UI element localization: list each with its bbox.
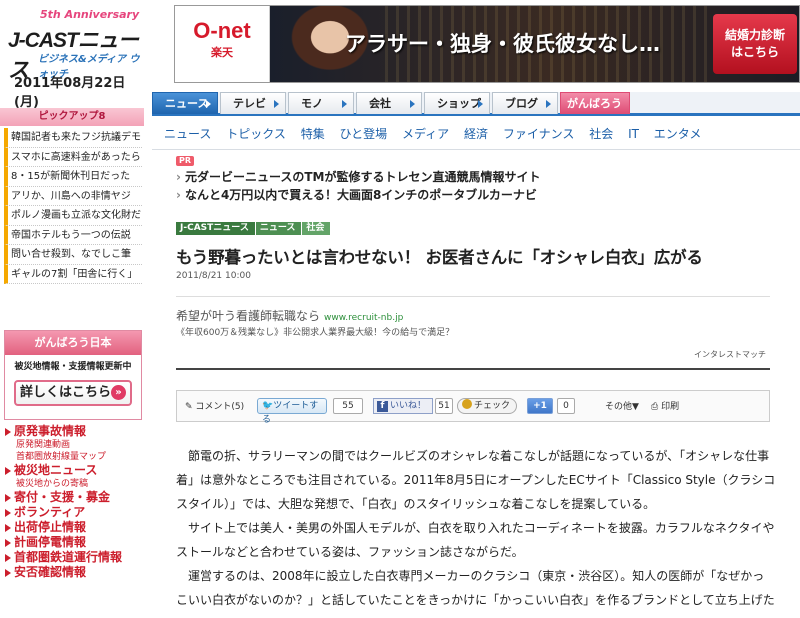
category-link[interactable]: 経済 [464, 127, 488, 141]
article-paragraph: サイト上では美人・美男の外国人モデルが、白衣を取り入れたコーディネートを披露。カ… [176, 521, 775, 559]
site-logo[interactable]: 5th Anniversary J-CASTニュース ビジネス&メディア ウォッ… [6, 4, 140, 82]
side-link-blackout[interactable]: 計画停電情報 [4, 535, 142, 550]
pr-badge: PR [176, 156, 195, 166]
ad-url: www.recruit-nb.jp [324, 313, 404, 323]
article-headline: もう野暮ったいとは言わせない！ お医者さんに「オシャレ白衣」広がる [176, 248, 703, 267]
divider [152, 149, 800, 150]
like-button[interactable]: f いいね！ [373, 398, 433, 414]
side-sublink[interactable]: 原発関連動画 [4, 439, 142, 451]
banner-headline: アラサー・独身・彼氏彼女なし… [345, 32, 660, 56]
main-tabs: ニュース テレビ モノ 会社 ショップ ブログ がんばろう日本 [152, 92, 800, 131]
current-date: 2011年08月22日(月) [14, 76, 126, 110]
tab-mono[interactable]: モノ [288, 92, 354, 114]
tweet-button[interactable]: 🐦ツイートする [257, 398, 327, 425]
gambaro-japan-box: がんばろう日本 被災地情報・支援情報更新中 詳しくはこちら» [4, 330, 142, 420]
twitter-icon: 🐦 [262, 401, 274, 411]
category-link[interactable]: IT [628, 127, 639, 141]
anniversary-badge: 5th Anniversary [40, 8, 140, 21]
pickup-item[interactable]: スマホに高速料金があったら [4, 147, 142, 167]
category-link[interactable]: トピックス [226, 127, 286, 141]
category-link[interactable]: エンタメ [654, 127, 702, 141]
tab-news[interactable]: ニュース [152, 92, 218, 114]
pickup-heading: ピックアップ8 [0, 108, 144, 126]
tab-blog[interactable]: ブログ [492, 92, 558, 114]
side-sublink[interactable]: 首都圏放射線量マップ [4, 451, 142, 463]
comment-icon: ✎ [185, 402, 193, 412]
gambaro-info: 被災地情報・支援情報更新中 [14, 362, 132, 372]
category-link[interactable]: ひと登場 [340, 127, 388, 141]
breadcrumb: J-CASTニュース ニュース 社会 [176, 222, 331, 235]
ad-title[interactable]: 希望が叶う看護師転職なら www.recruit-nb.jp [176, 307, 403, 324]
arrow-right-icon: » [111, 385, 126, 400]
gambaro-heading: がんばろう日本 [5, 331, 141, 355]
category-link[interactable]: ファイナンス [503, 127, 575, 141]
breadcrumb-item[interactable]: ニュース [255, 222, 302, 235]
category-link[interactable]: 社会 [589, 127, 613, 141]
mixi-icon [462, 399, 472, 409]
pickup-item[interactable]: アリか、川島への非情ヤジ [4, 186, 142, 206]
pickup-item[interactable]: ポルノ漫画も立派な文化財だ [4, 206, 142, 226]
text-ad[interactable]: 希望が叶う看護師転職なら www.recruit-nb.jp 《年収600万＆残業… [176, 296, 770, 368]
category-link[interactable]: メディア [402, 127, 449, 141]
banner-ad[interactable]: O-net 楽天 アラサー・独身・彼氏彼女なし… 結婚力診断 はこちら [174, 5, 800, 83]
details-button-label: 詳しくはこちら [19, 385, 111, 400]
category-link[interactable]: ニュース [164, 127, 211, 141]
article-paragraph: 節電の折、サラリーマンの間ではクールビズのオシャレな着こなしが話題になっているが… [176, 449, 776, 511]
breadcrumb-item[interactable]: 社会 [302, 222, 331, 235]
side-link-nuclear[interactable]: 原発事故情報 [4, 424, 142, 439]
details-button[interactable]: 詳しくはこちら» [14, 380, 132, 406]
side-link-safety[interactable]: 安否確認情報 [4, 565, 142, 580]
plus-one-button[interactable]: +1 [527, 398, 553, 414]
tab-gambaro[interactable]: がんばろう日本 [560, 92, 630, 131]
facebook-icon: f [377, 401, 388, 412]
print-link[interactable]: ⎙ 印刷 [651, 399, 679, 412]
ad-description: 《年収600万＆残業なし》非公開求人業界最大級！今の給与で満足？ [176, 328, 455, 338]
pickup-item[interactable]: ギャルの7割「田舎に行く」 [4, 264, 142, 284]
disaster-links: 原発事故情報 原発関連動画 首都圏放射線量マップ 被災地ニュース 被災地からの寄… [4, 424, 142, 580]
pickup-item[interactable]: 問い合せ殺到、なでしこ筆 [4, 245, 142, 265]
comment-link[interactable]: ✎ コメント(5) [185, 399, 244, 412]
diagnosis-button[interactable]: 結婚力診断 はこちら [713, 14, 797, 74]
other-share-dropdown[interactable]: その他▼ [605, 399, 639, 412]
article-body: 節電の折、サラリーマンの間ではクールビズのオシャレな着こなしが話題になっているが… [176, 444, 776, 618]
pickup-item[interactable]: 8・15が新聞休刊日だった [4, 167, 142, 187]
side-link-shipment[interactable]: 出荷停止情報 [4, 520, 142, 535]
pickup-list: 韓国記者も来たフジ抗議デモ スマホに高速料金があったら 8・15が新聞休刊日だっ… [4, 128, 142, 284]
pickup-item[interactable]: 韓国記者も来たフジ抗議デモ [4, 128, 142, 148]
side-link-railway[interactable]: 首都圏鉄道運行情報 [4, 550, 142, 565]
pickup-item[interactable]: 帝国ホテルもう一つの伝説 [4, 225, 142, 245]
category-link[interactable]: 特集 [301, 127, 325, 141]
side-link-donation[interactable]: 寄付・支援・募金 [4, 490, 142, 505]
category-nav: ニュース トピックス 特集 ひと登場 メディア 経済 ファイナンス 社会 IT … [164, 125, 800, 145]
tab-tv[interactable]: テレビ [220, 92, 286, 114]
like-count: 51 [435, 398, 453, 414]
side-sublink[interactable]: 被災地からの寄稿 [4, 478, 142, 490]
breadcrumb-item[interactable]: J-CASTニュース [176, 222, 255, 235]
side-link-volunteer[interactable]: ボランティア [4, 505, 142, 520]
ad-label: インタレストマッチ [694, 350, 766, 359]
article-paragraph: 運営するのは、2008年に設立した白衣専門メーカーのクラシコ（東京・渋谷区）。知… [176, 569, 775, 618]
onet-logo: O-net 楽天 [175, 6, 270, 82]
article-date: 2011/8/21 10:00 [176, 271, 251, 281]
pr-link[interactable]: 元ダービーニュースのTMが監修するトレセン直通競馬情報サイト [176, 168, 541, 185]
left-column: 5th Anniversary J-CASTニュース ビジネス&メディア ウォッ… [0, 0, 144, 618]
print-icon: ⎙ [651, 402, 659, 412]
plus-one-count: 0 [557, 398, 575, 414]
share-bar: ✎ コメント(5) 🐦ツイートする 55 f いいね！ 51 チェック +1 0 … [176, 390, 770, 425]
tweet-count: 55 [333, 398, 363, 414]
pr-link[interactable]: なんと4万円以内で買える！大画面8インチのポータブルカーナビ [176, 186, 537, 203]
tab-shop[interactable]: ショップ [424, 92, 490, 114]
divider [176, 368, 770, 370]
tab-company[interactable]: 会社 [356, 92, 422, 114]
mixi-check-button[interactable]: チェック [457, 398, 517, 414]
side-link-disaster-news[interactable]: 被災地ニュース [4, 463, 142, 478]
